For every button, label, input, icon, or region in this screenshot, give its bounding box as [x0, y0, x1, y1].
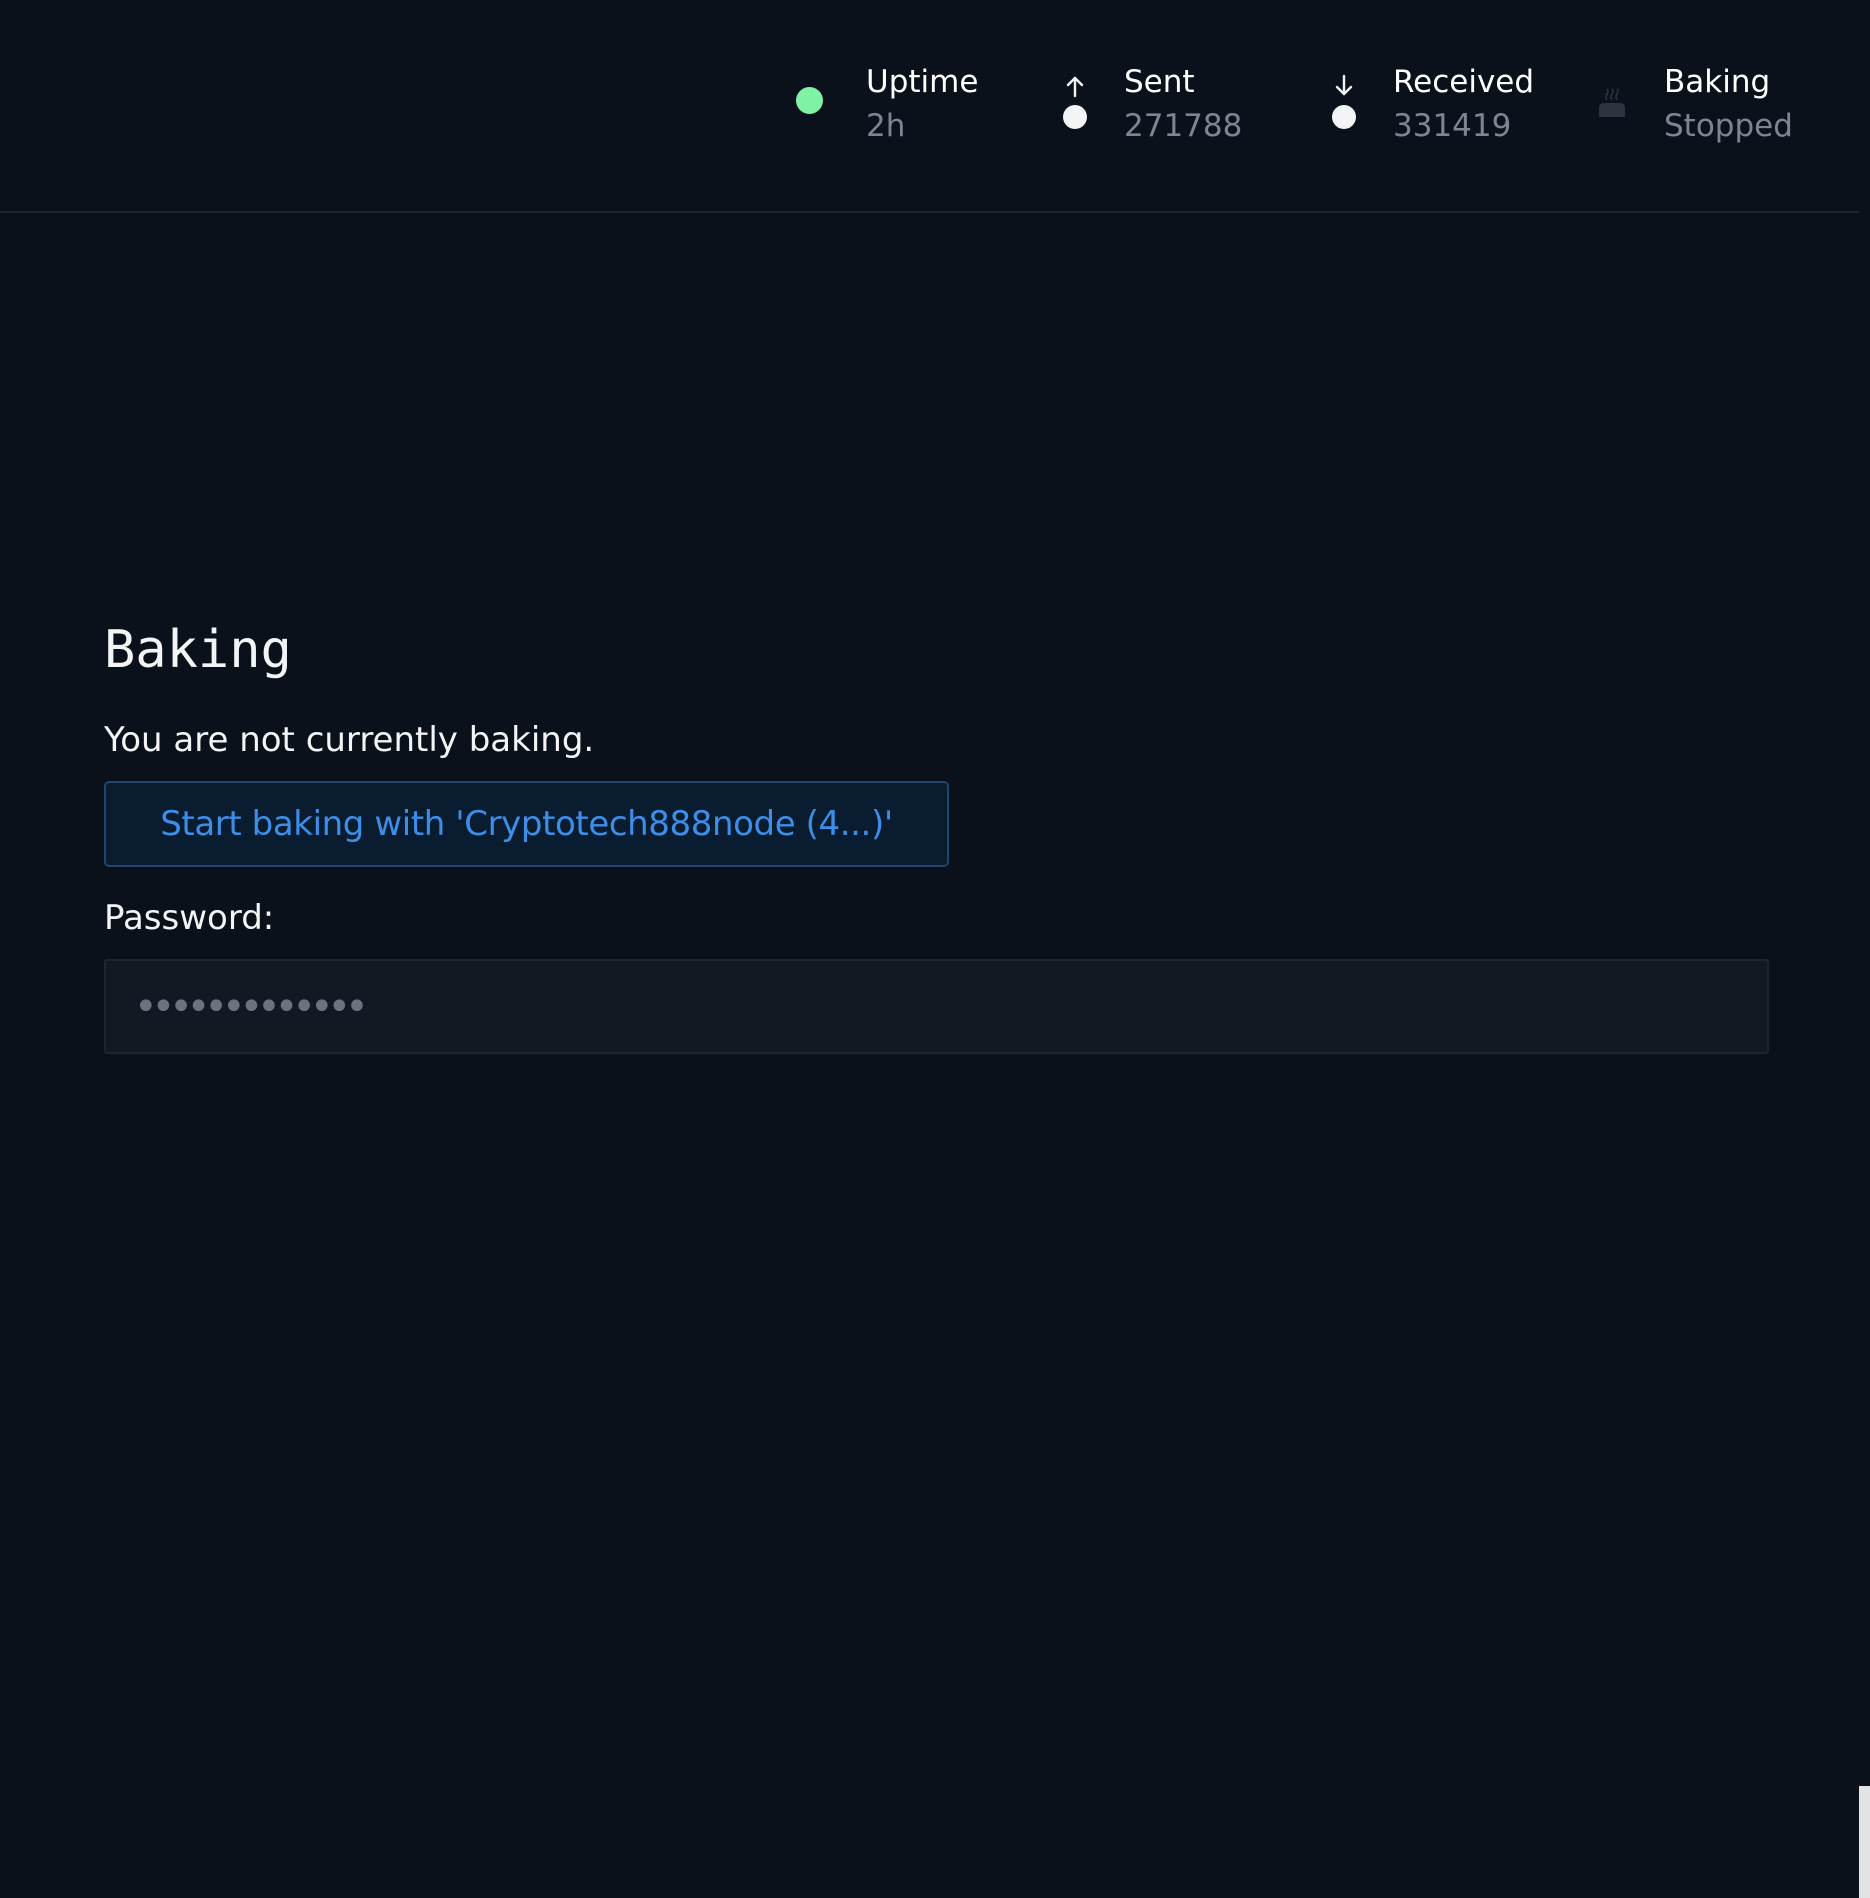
app-viewport: Uptime 2h Sent 271788 Received 331419 Ba…	[0, 0, 1859, 1898]
uptime-value: 2h	[866, 108, 906, 144]
received-label: Received	[1393, 64, 1535, 100]
received-value: 331419	[1393, 108, 1512, 144]
baking-label: Baking	[1664, 64, 1771, 100]
received-indicator	[1324, 60, 1364, 156]
password-label: Password:	[104, 898, 275, 938]
page-title: Baking	[104, 620, 292, 680]
received-dot-icon	[1332, 105, 1356, 129]
sent-value: 271788	[1124, 108, 1243, 144]
sent-dot-icon	[1063, 105, 1087, 129]
scrollbar-thumb[interactable]	[1859, 0, 1870, 1786]
password-field[interactable]	[104, 959, 1769, 1054]
sent-label: Sent	[1124, 64, 1195, 100]
arrow-up-icon	[1066, 76, 1084, 98]
baking-status-text: You are not currently baking.	[104, 720, 595, 760]
baking-indicator	[1594, 60, 1634, 156]
status-header: Uptime 2h Sent 271788 Received 331419 Ba…	[0, 0, 1859, 213]
oven-icon	[1599, 88, 1625, 117]
baking-value: Stopped	[1664, 108, 1793, 144]
uptime-label: Uptime	[866, 64, 979, 100]
start-baking-button[interactable]: Start baking with 'Cryptotech888node (4.…	[104, 781, 949, 867]
uptime-indicator	[790, 60, 830, 156]
status-dot-icon	[796, 87, 823, 114]
sent-indicator	[1055, 60, 1095, 156]
arrow-down-icon	[1335, 74, 1353, 96]
